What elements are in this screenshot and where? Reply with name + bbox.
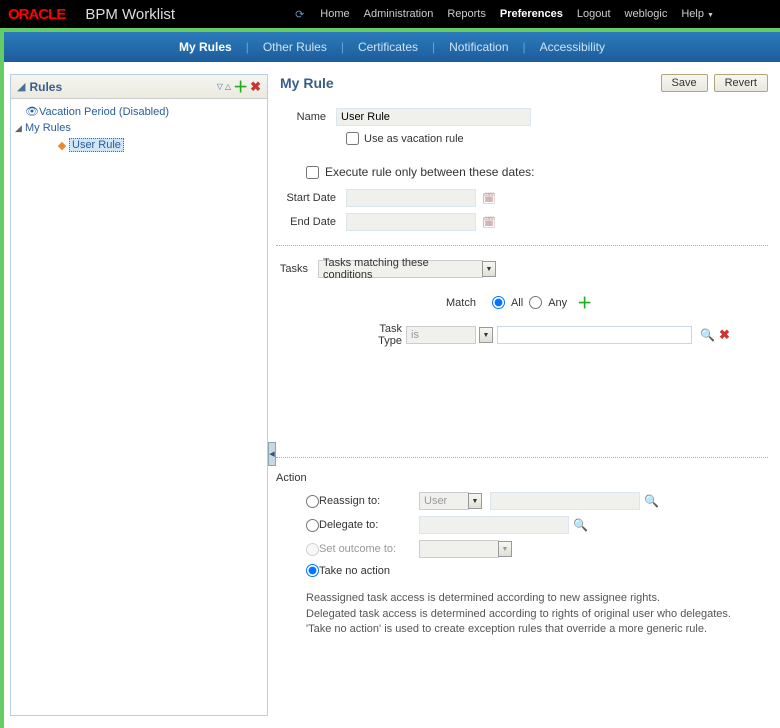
help-text: Reassigned task access is determined acc… xyxy=(276,591,768,637)
match-any-radio[interactable] xyxy=(529,296,542,309)
delete-rule-icon[interactable]: ✖ xyxy=(250,79,261,95)
revert-button[interactable]: Revert xyxy=(714,74,768,92)
nav-reports[interactable]: Reports xyxy=(441,8,492,20)
oracle-logo: ORACLE xyxy=(8,6,65,23)
noaction-radio[interactable] xyxy=(306,564,319,577)
delegate-radio[interactable] xyxy=(306,519,319,532)
sort-down-icon[interactable]: ▽ xyxy=(217,82,223,91)
tab-my-rules[interactable]: My Rules xyxy=(165,34,246,60)
nav-home[interactable]: Home xyxy=(314,8,355,20)
tab-certificates[interactable]: Certificates xyxy=(344,34,432,60)
tasktype-search-icon[interactable]: 🔍 xyxy=(700,328,715,342)
start-date-input[interactable] xyxy=(346,189,476,207)
refresh-icon[interactable]: ⟳ xyxy=(295,8,304,21)
match-label: Match xyxy=(446,297,476,309)
use-vacation-checkbox[interactable] xyxy=(346,132,359,145)
reassign-type-select: User xyxy=(419,492,469,510)
collapse-icon[interactable]: ◢ xyxy=(17,80,25,93)
nav-preferences[interactable]: Preferences xyxy=(494,8,569,20)
setoutcome-arrow: ▼ xyxy=(498,541,512,557)
vacation-period-node[interactable]: 👁 Vacation Period (Disabled) xyxy=(15,103,263,120)
delegate-value-input xyxy=(419,516,569,534)
setoutcome-label: Set outcome to: xyxy=(319,543,419,555)
rules-panel-title: Rules xyxy=(29,80,216,94)
separator xyxy=(276,245,768,246)
rules-tree: 👁 Vacation Period (Disabled) ◢ My Rules … xyxy=(11,99,267,158)
vacation-icon: 👁 xyxy=(25,105,39,118)
start-date-label: Start Date xyxy=(276,192,346,204)
top-nav: Home Administration Reports Preferences … xyxy=(314,8,720,20)
reassign-search-icon[interactable]: 🔍 xyxy=(644,494,659,508)
rule-detail-panel: ◀ My Rule Save Revert Name Use as vacati… xyxy=(268,62,780,728)
reassign-type-arrow: ▼ xyxy=(468,493,482,509)
tasktype-label: Task Type xyxy=(366,323,402,347)
tasktype-remove-icon[interactable]: ✖ xyxy=(719,327,730,343)
end-date-input[interactable] xyxy=(346,213,476,231)
user-rule-node[interactable]: ◆ User Rule xyxy=(15,136,263,154)
my-rules-node[interactable]: ◢ My Rules xyxy=(15,120,263,136)
tasktype-op-arrow[interactable]: ▼ xyxy=(479,327,493,343)
reassign-label: Reassign to: xyxy=(319,495,419,507)
rules-panel-header: ◢ Rules ▽ △ ＋ ✖ xyxy=(11,75,267,99)
preference-tabs: My Rules | Other Rules | Certificates | … xyxy=(4,32,780,62)
setoutcome-select xyxy=(419,540,499,558)
match-all-label: All xyxy=(511,297,523,309)
nav-logout[interactable]: Logout xyxy=(571,8,617,20)
tasks-label: Tasks xyxy=(276,263,318,275)
splitter-handle[interactable]: ◀ xyxy=(268,442,276,466)
nav-user[interactable]: weblogic xyxy=(619,8,674,20)
tab-other-rules[interactable]: Other Rules xyxy=(249,34,341,60)
start-date-picker-icon[interactable]: 🗓 xyxy=(482,192,496,205)
noaction-label: Take no action xyxy=(319,565,419,577)
app-title: BPM Worklist xyxy=(85,6,175,23)
reassign-value-input xyxy=(490,492,640,510)
main-frame: My Rules | Other Rules | Certificates | … xyxy=(0,28,780,728)
rule-title: My Rule xyxy=(276,75,661,91)
match-any-label: Any xyxy=(548,297,567,309)
use-vacation-label: Use as vacation rule xyxy=(364,133,464,145)
action-label: Action xyxy=(276,472,768,484)
end-date-label: End Date xyxy=(276,216,346,228)
tasks-select[interactable]: Tasks matching these conditions xyxy=(318,260,483,278)
rules-panel: ◢ Rules ▽ △ ＋ ✖ 👁 Vacation Period (Disab… xyxy=(10,74,268,716)
nav-help[interactable]: Help xyxy=(675,8,720,20)
tab-accessibility[interactable]: Accessibility xyxy=(526,34,619,60)
name-label: Name xyxy=(276,111,336,123)
execute-dates-checkbox[interactable] xyxy=(306,166,319,179)
nav-admin[interactable]: Administration xyxy=(358,8,440,20)
delegate-search-icon[interactable]: 🔍 xyxy=(573,518,588,532)
rule-icon: ◆ xyxy=(55,139,69,152)
delegate-label: Delegate to: xyxy=(319,519,419,531)
end-date-picker-icon[interactable]: 🗓 xyxy=(482,216,496,229)
add-rule-icon[interactable]: ＋ xyxy=(233,76,248,97)
reassign-radio[interactable] xyxy=(306,495,319,508)
match-all-radio[interactable] xyxy=(492,296,505,309)
tasktype-operator[interactable]: is xyxy=(406,326,476,344)
separator xyxy=(276,457,768,458)
setoutcome-radio xyxy=(306,543,319,556)
tab-notification[interactable]: Notification xyxy=(435,34,522,60)
expand-icon[interactable]: ◢ xyxy=(15,123,25,134)
execute-dates-label: Execute rule only between these dates: xyxy=(325,165,534,179)
sort-up-icon[interactable]: △ xyxy=(225,82,231,91)
tasktype-value-input[interactable] xyxy=(497,326,692,344)
save-button[interactable]: Save xyxy=(661,74,708,92)
rule-name-input[interactable] xyxy=(336,108,531,126)
add-condition-icon[interactable]: ＋ xyxy=(577,292,592,313)
tasks-select-arrow[interactable]: ▼ xyxy=(482,261,496,277)
top-bar: ORACLE BPM Worklist ⟳ Home Administratio… xyxy=(0,0,780,28)
